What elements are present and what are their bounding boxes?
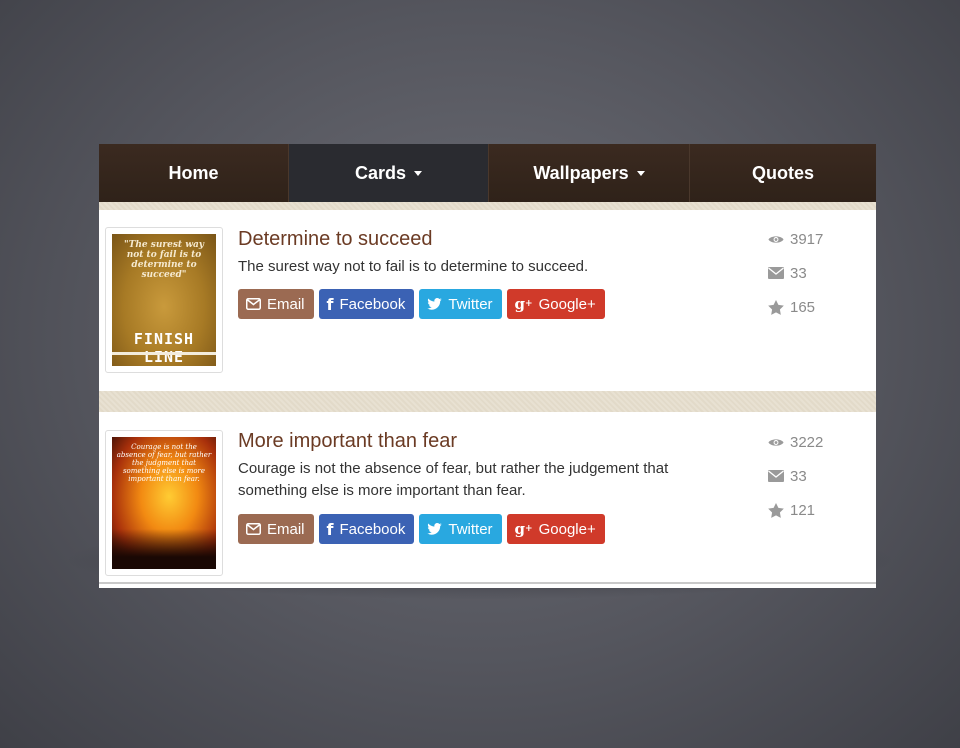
- nav-wallpapers-label: Wallpapers: [533, 162, 629, 183]
- twitter-icon: [427, 523, 443, 535]
- thumbnail-image: Courage is not the absence of fear, but …: [112, 437, 216, 569]
- share-buttons: Email f Facebook Twitter g + Google+: [238, 289, 605, 319]
- google-plus-icon: g +: [514, 295, 533, 313]
- divider-band: [99, 391, 876, 412]
- facebook-share-button[interactable]: f Facebook: [318, 289, 415, 319]
- quote-card: Courage is not the absence of fear, but …: [99, 412, 876, 582]
- nav-wallpapers[interactable]: Wallpapers: [489, 144, 690, 202]
- nav-cards[interactable]: Cards: [289, 144, 489, 202]
- views-stat: 3917: [768, 222, 868, 256]
- card-thumbnail[interactable]: "The surest way not to fail is to determ…: [105, 227, 223, 373]
- firefighter-silhouette: [112, 529, 216, 569]
- facebook-label: Facebook: [339, 520, 406, 538]
- thumbnail-image: "The surest way not to fail is to determ…: [112, 234, 216, 366]
- thumbnail-quote: "The surest way not to fail is to determ…: [123, 240, 205, 280]
- emails-stat: 33: [768, 459, 868, 493]
- views-stat: 3222: [768, 425, 868, 459]
- card-title[interactable]: More important than fear: [238, 430, 457, 453]
- card-description: The surest way not to fail is to determi…: [238, 258, 589, 275]
- share-buttons: Email f Facebook Twitter g + Google+: [238, 514, 605, 544]
- thumbnail-quote: Courage is not the absence of fear, but …: [116, 443, 212, 483]
- quote-card: "The surest way not to fail is to determ…: [99, 210, 876, 391]
- caret-down-icon: [636, 170, 645, 176]
- envelope-icon: [768, 470, 784, 482]
- thumbnail-caption: FINISH LINE: [133, 330, 195, 366]
- twitter-label: Twitter: [448, 520, 493, 538]
- nav-cards-label: Cards: [354, 162, 407, 183]
- star-icon: [768, 502, 784, 518]
- card-stats: 3222 33 121: [768, 425, 868, 527]
- nav-home-label: Home: [168, 162, 219, 183]
- emails-count: 33: [790, 264, 807, 282]
- envelope-icon: [768, 267, 784, 279]
- card-title[interactable]: Determine to succeed: [238, 228, 433, 251]
- main-navbar: Home Cards Wallpapers Quotes: [99, 144, 876, 202]
- stars-stat: 121: [768, 493, 868, 527]
- twitter-icon: [427, 298, 443, 310]
- email-share-button[interactable]: Email: [238, 514, 314, 544]
- card-thumbnail[interactable]: Courage is not the absence of fear, but …: [105, 430, 223, 576]
- facebook-icon: f: [326, 294, 334, 314]
- stars-stat: 165: [768, 290, 868, 324]
- google-label: Google+: [538, 295, 596, 313]
- email-share-button[interactable]: Email: [238, 289, 314, 319]
- nav-home[interactable]: Home: [99, 144, 289, 202]
- email-label: Email: [267, 295, 305, 313]
- views-count: 3222: [790, 433, 824, 451]
- emails-count: 33: [790, 467, 807, 485]
- twitter-share-button[interactable]: Twitter: [419, 514, 502, 544]
- page-screenshot: Home Cards Wallpapers Quotes "The surest…: [99, 144, 876, 588]
- stars-count: 165: [790, 298, 816, 316]
- views-count: 3917: [790, 230, 824, 248]
- finish-line-stripe: [112, 352, 216, 355]
- facebook-label: Facebook: [339, 295, 406, 313]
- card-stats: 3917 33 165: [768, 222, 868, 324]
- email-label: Email: [267, 520, 305, 538]
- google-plus-share-button[interactable]: g + Google+: [506, 289, 605, 319]
- twitter-label: Twitter: [448, 295, 493, 313]
- card-description: Courage is not the absence of fear, but …: [238, 460, 669, 499]
- emails-stat: 33: [768, 256, 868, 290]
- google-plus-icon: g +: [514, 520, 533, 538]
- nav-quotes-label: Quotes: [751, 162, 814, 183]
- stars-count: 121: [790, 501, 816, 519]
- twitter-share-button[interactable]: Twitter: [419, 289, 502, 319]
- eye-icon: [768, 234, 784, 245]
- star-icon: [768, 299, 784, 315]
- envelope-icon: [246, 523, 261, 535]
- google-label: Google+: [538, 520, 596, 538]
- card-bottom-border: [99, 582, 876, 584]
- divider-band: [99, 202, 876, 210]
- caret-down-icon: [414, 170, 423, 176]
- nav-quotes[interactable]: Quotes: [690, 144, 876, 202]
- eye-icon: [768, 437, 784, 448]
- facebook-share-button[interactable]: f Facebook: [318, 514, 415, 544]
- envelope-icon: [246, 298, 261, 310]
- facebook-icon: f: [326, 519, 334, 539]
- google-plus-share-button[interactable]: g + Google+: [506, 514, 605, 544]
